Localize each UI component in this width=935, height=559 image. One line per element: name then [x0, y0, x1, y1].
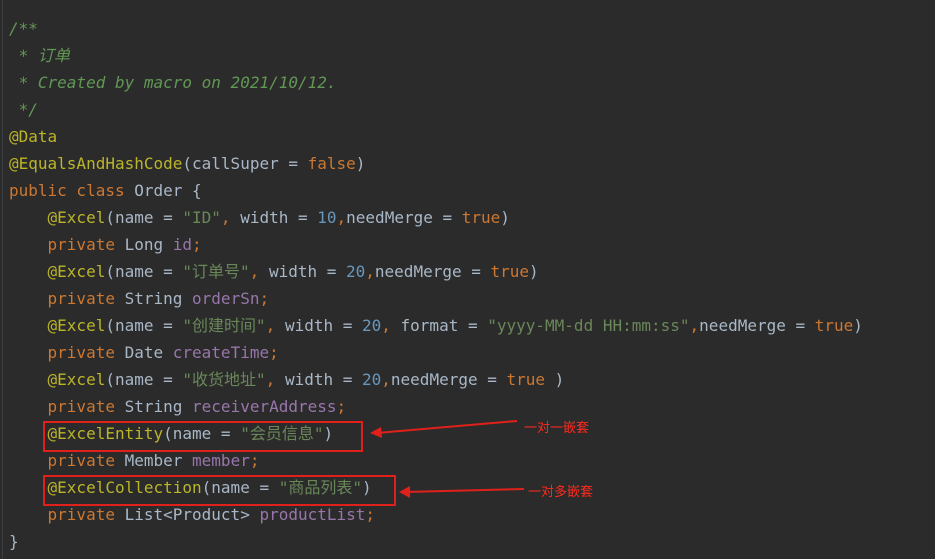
- note-one-to-one: 一对一嵌套: [524, 421, 590, 436]
- note-one-to-many: 一对多嵌套: [528, 485, 594, 500]
- annotation-arrows: [370, 420, 525, 498]
- arrow-one-to-many: [404, 488, 525, 493]
- arrowhead-one-to-many: [399, 486, 410, 498]
- arrowhead-one-to-one: [370, 427, 382, 438]
- arrow-one-to-one: [375, 420, 518, 434]
